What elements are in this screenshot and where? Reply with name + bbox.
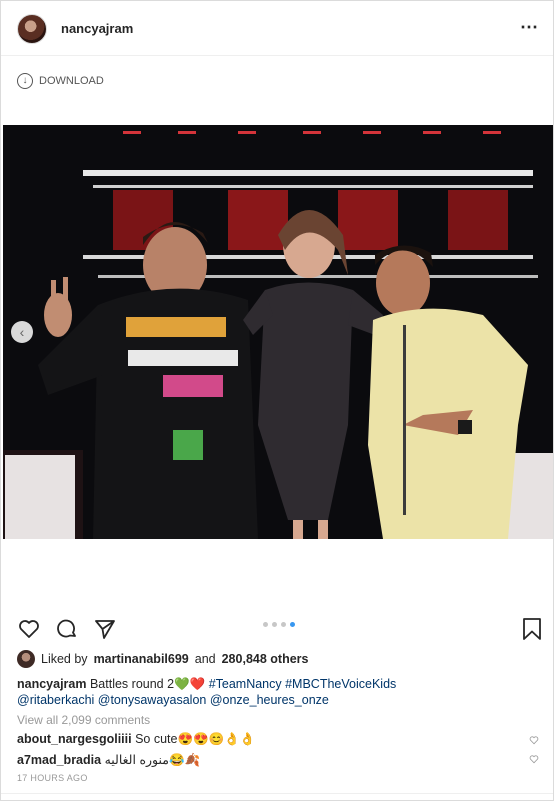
comment-username[interactable]: a7mad_bradia — [17, 753, 101, 767]
post-timestamp[interactable]: 17 HOURS AGO — [17, 773, 88, 783]
bookmark-icon[interactable] — [521, 617, 543, 641]
download-icon: ↓ — [17, 73, 33, 89]
more-options-icon[interactable]: ⋯ — [520, 17, 539, 38]
post-header: nancyajram ⋯ — [1, 1, 553, 56]
footer-divider — [1, 793, 553, 794]
share-direct-icon[interactable] — [93, 617, 117, 641]
download-button[interactable]: ↓ DOWNLOAD — [17, 71, 104, 91]
caption-mentions[interactable]: @ritaberkachi @tonysawayasalon @onze_heu… — [17, 693, 329, 707]
post-card: nancyajram ⋯ ↓ DOWNLOAD ‹ Liked by marti… — [0, 0, 554, 801]
comment-like-icon[interactable] — [529, 754, 539, 764]
likes-and: and — [194, 652, 216, 666]
carousel-prev-button[interactable]: ‹ — [11, 321, 33, 343]
post-photo[interactable] — [3, 125, 553, 539]
comment-item: about_nargesgoliiii So cute😍😍😊👌👌 — [17, 732, 537, 747]
likes-summary: Liked by martinanabil699 and 280,848 oth… — [17, 650, 308, 668]
caption-text: Battles round 2 — [89, 677, 175, 691]
liker-avatar[interactable] — [17, 650, 35, 668]
comment-text: منوره الغاليه😂🍂 — [104, 753, 201, 767]
like-heart-icon[interactable] — [17, 617, 41, 641]
view-all-comments-link[interactable]: View all 2,099 comments — [17, 713, 150, 727]
post-caption: nancyajram Battles round 2💚❤️ #TeamNancy… — [17, 676, 537, 708]
comment-text: So cute😍😍😊👌👌 — [135, 732, 256, 746]
comment-username[interactable]: about_nargesgoliiii — [17, 732, 132, 746]
carousel-indicator — [263, 622, 295, 627]
download-label: DOWNLOAD — [39, 75, 104, 87]
comment-like-icon[interactable] — [529, 735, 539, 745]
comment-icon[interactable] — [55, 617, 79, 641]
caption-username[interactable]: nancyajram — [17, 677, 86, 691]
likes-prefix: Liked by — [41, 652, 88, 666]
carousel-dot-active — [290, 622, 295, 627]
carousel-dot — [272, 622, 277, 627]
carousel-dot — [281, 622, 286, 627]
action-bar — [17, 617, 117, 641]
photo-illustration — [3, 125, 553, 539]
liker-username[interactable]: martinanabil699 — [94, 652, 189, 666]
profile-avatar[interactable] — [17, 14, 47, 44]
post-username[interactable]: nancyajram — [61, 21, 133, 36]
likes-others[interactable]: 280,848 others — [222, 652, 309, 666]
carousel-dot — [263, 622, 268, 627]
caption-hashtags[interactable]: #TeamNancy #MBCTheVoiceKids — [209, 677, 397, 691]
caption-emojis: 💚❤️ — [174, 677, 206, 691]
comment-item: a7mad_bradia منوره الغاليه😂🍂 — [17, 752, 537, 768]
